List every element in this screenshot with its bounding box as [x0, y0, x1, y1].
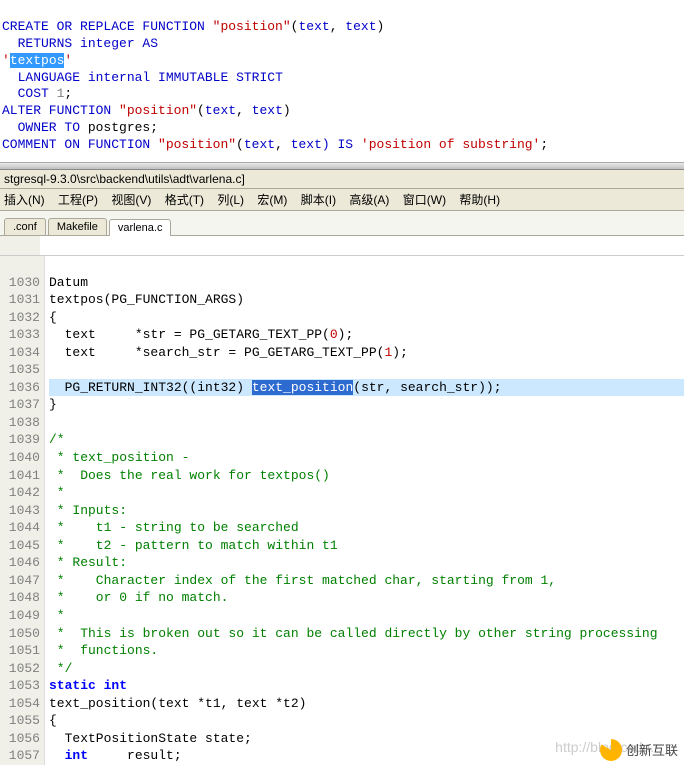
window-titlebar: stgresql-9.3.0\src\backend\utils\adt\var… [0, 170, 684, 189]
code-comment: */ [49, 661, 72, 676]
sql-kw: COST [2, 86, 57, 101]
sql-kw: ) IS [322, 137, 361, 152]
sql-punct: ) [283, 103, 291, 118]
tab-varlena[interactable]: varlena.c [109, 219, 172, 236]
code-comment: * [49, 485, 65, 500]
code-comment: * functions. [49, 643, 158, 658]
sql-ident: internal [88, 70, 150, 85]
sql-kw: ALTER FUNCTION [2, 103, 119, 118]
sql-punct: ; [540, 137, 548, 152]
sql-kw: OWNER TO [2, 120, 88, 135]
sql-type: text [244, 137, 275, 152]
sql-punct: ; [64, 86, 72, 101]
menu-project[interactable]: 工程(P) [58, 193, 98, 207]
code-line: text_position(text *t1, text *t2) [49, 696, 306, 711]
sql-punct: ( [197, 103, 205, 118]
line-gutter: 1030 1031 1032 1033 1034 1035 1036 1037 … [0, 256, 45, 765]
code-line: textpos(PG_FUNCTION_ARGS) [49, 292, 244, 307]
menu-view[interactable]: 视图(V) [111, 193, 151, 207]
code-comment: * Inputs: [49, 503, 127, 518]
sql-str: "position" [213, 19, 291, 34]
code-comment: * text_position - [49, 450, 189, 465]
tab-strip: .conf Makefile varlena.c [0, 211, 684, 236]
menu-advanced[interactable]: 高级(A) [349, 193, 389, 207]
menu-bar: 插入(N) 工程(P) 视图(V) 格式(T) 列(L) 宏(M) 脚本(I) … [0, 189, 684, 211]
sql-str: ' [64, 53, 72, 68]
sql-punct: , [236, 103, 252, 118]
search-match: text_position [252, 380, 353, 395]
code-comment: * t1 - string to be searched [49, 520, 299, 535]
sql-kw: RETURNS [2, 36, 80, 51]
code-comment: /* [49, 432, 65, 447]
code-comment: * Does the real work for textpos() [49, 468, 330, 483]
sql-punct: , [275, 137, 291, 152]
menu-macro[interactable]: 宏(M) [257, 193, 287, 207]
code-comment: * Character index of the first matched c… [49, 573, 556, 588]
code-line-highlighted: PG_RETURN_INT32((int32) text_position(st… [49, 379, 684, 397]
menu-column[interactable]: 列(L) [217, 193, 244, 207]
code-line: Datum [49, 275, 88, 290]
sql-punct: ( [236, 137, 244, 152]
sql-str: ' [2, 53, 10, 68]
sql-type: text [252, 103, 283, 118]
ruler-gutter [0, 236, 40, 255]
code-line: { [49, 713, 57, 728]
code-comment: * Result: [49, 555, 127, 570]
sql-str: 'position of substring' [361, 137, 540, 152]
code-comment: * This is broken out so it can be called… [49, 626, 658, 641]
tab-makefile[interactable]: Makefile [48, 218, 107, 235]
sql-type: text [345, 19, 376, 34]
code-line: text *search_str = PG_GETARG_TEXT_PP(1); [49, 345, 408, 360]
menu-format[interactable]: 格式(T) [165, 193, 204, 207]
code-line: text *str = PG_GETARG_TEXT_PP(0); [49, 327, 353, 342]
code-comment: * or 0 if no match. [49, 590, 228, 605]
sql-type: text [291, 137, 322, 152]
ruler-row: 10 20 30 40 50 60 70 80 [0, 236, 684, 256]
sql-kw: IMMUTABLE STRICT [150, 70, 283, 85]
code-line: int result; [49, 748, 182, 763]
code-editor[interactable]: 1030 1031 1032 1033 1034 1035 1036 1037 … [0, 256, 684, 765]
menu-insert[interactable]: 插入(N) [4, 193, 45, 207]
sql-punct: ; [150, 120, 158, 135]
code-line: TextPositionState state; [49, 731, 252, 746]
code-line: { [49, 310, 57, 325]
sql-selection: textpos [10, 53, 65, 68]
sql-punct: , [330, 19, 346, 34]
code-comment: * [49, 608, 65, 623]
sql-type: text [205, 103, 236, 118]
code-area[interactable]: Datum textpos(PG_FUNCTION_ARGS) { text *… [45, 256, 684, 765]
sql-type: integer [80, 36, 135, 51]
tab-conf[interactable]: .conf [4, 218, 46, 235]
sql-type: text [298, 19, 329, 34]
sql-kw: COMMENT ON FUNCTION [2, 137, 158, 152]
code-line: } [49, 397, 57, 412]
sql-kw: AS [135, 36, 158, 51]
sql-str: "position" [119, 103, 197, 118]
sql-kw: CREATE OR REPLACE FUNCTION [2, 19, 213, 34]
code-comment: * t2 - pattern to match within t1 [49, 538, 338, 553]
code-line: static int [49, 678, 127, 693]
menu-window[interactable]: 窗口(W) [403, 193, 446, 207]
sql-pane: CREATE OR REPLACE FUNCTION "position"(te… [0, 0, 684, 162]
sql-punct: ) [377, 19, 385, 34]
sql-ident: postgres [88, 120, 150, 135]
menu-help[interactable]: 帮助(H) [459, 193, 500, 207]
sql-str: "position" [158, 137, 236, 152]
pane-divider[interactable] [0, 162, 684, 170]
menu-script[interactable]: 脚本(I) [301, 193, 336, 207]
sql-kw: LANGUAGE [2, 70, 88, 85]
